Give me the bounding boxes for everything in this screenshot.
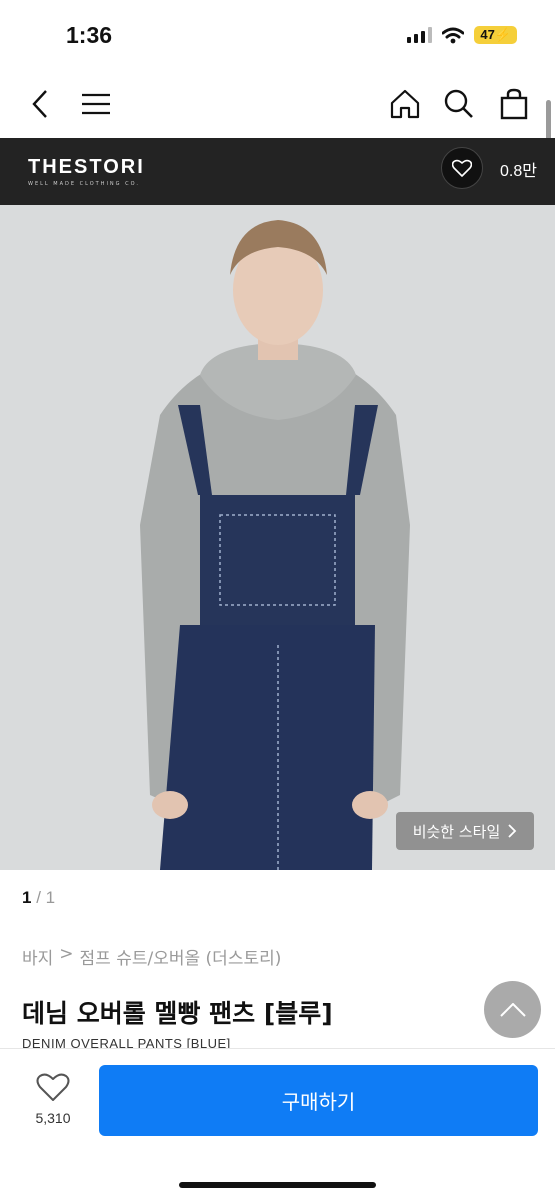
heart-icon: [452, 159, 472, 177]
search-button[interactable]: [439, 84, 479, 124]
chevron-left-icon: [32, 90, 47, 118]
cart-button[interactable]: [494, 84, 534, 124]
product-image[interactable]: [0, 205, 555, 870]
product-title: 데님 오버롤 멜빵 팬츠 [블루]: [22, 999, 333, 1028]
status-time: 1:36: [66, 22, 113, 48]
top-nav-bar: [0, 72, 555, 138]
menu-button[interactable]: [76, 84, 116, 124]
home-indicator: [179, 1182, 376, 1188]
wifi-icon: [442, 27, 465, 43]
scroll-to-top-button[interactable]: [484, 981, 541, 1038]
breadcrumb-separator: >: [59, 944, 74, 964]
status-bar: 1:36 47⚡: [0, 0, 555, 72]
brand-like-button[interactable]: [441, 147, 483, 189]
back-button[interactable]: [20, 84, 60, 124]
cellular-signal-icon: [407, 27, 433, 43]
hamburger-menu-icon: [82, 93, 110, 115]
shopping-bag-icon: [500, 88, 528, 120]
brand-tagline: WELL MADE CLOTHING CO.: [28, 181, 140, 187]
brand-logo[interactable]: THESTORI WELL MADE CLOTHING CO.: [28, 156, 145, 187]
product-subtitle: DENIM OVERALL PANTS [BLUE]: [22, 1036, 231, 1048]
similar-style-button[interactable]: 비슷한 스타일: [396, 812, 534, 850]
wishlist-button[interactable]: 5,310: [28, 1072, 78, 1126]
brand-name: THESTORI: [28, 156, 145, 178]
search-icon: [444, 89, 473, 118]
similar-style-label: 비슷한 스타일: [412, 822, 501, 841]
pager-separator: /: [31, 888, 46, 907]
chevron-right-icon: [508, 824, 517, 838]
home-button[interactable]: [385, 84, 425, 124]
wishlist-count: 5,310: [35, 1110, 71, 1126]
battery-level: 47: [480, 27, 495, 42]
chevron-up-icon: [499, 1002, 526, 1017]
pager-total: 1: [45, 888, 56, 907]
battery-icon: 47⚡: [474, 26, 517, 44]
brand-like-count: 0.8만: [500, 163, 537, 180]
image-pager: 1 / 1: [22, 888, 55, 908]
heart-outline-icon: [36, 1073, 70, 1101]
breadcrumb: 바지 > 점프 슈트/오버올 (더스토리): [22, 944, 281, 969]
breadcrumb-category[interactable]: 바지: [22, 944, 53, 969]
status-indicators: 47⚡: [407, 26, 517, 44]
product-photo: [0, 205, 555, 870]
breadcrumb-subcategory[interactable]: 점프 슈트/오버올 (더스토리): [80, 944, 282, 969]
home-icon: [390, 89, 420, 119]
buy-button[interactable]: 구매하기: [99, 1065, 538, 1136]
